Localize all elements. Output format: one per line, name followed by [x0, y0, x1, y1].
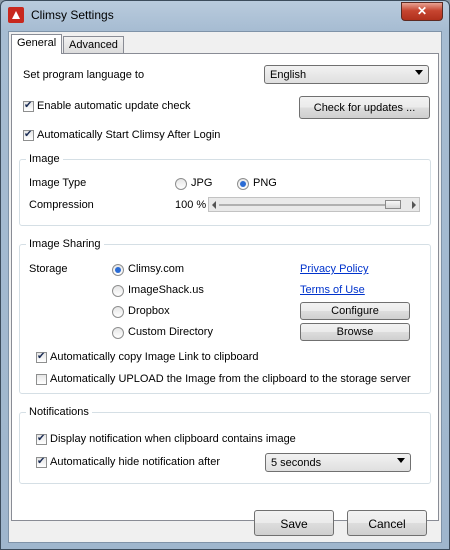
storage-custom-radio[interactable]: [112, 327, 124, 339]
window-title: Climsy Settings: [31, 8, 114, 22]
jpg-label: JPG: [191, 177, 213, 189]
storage-imageshack-label: ImageShack.us: [128, 284, 204, 296]
auto-copy-checkbox[interactable]: [36, 351, 47, 363]
jpg-radio[interactable]: [175, 178, 187, 190]
display-notification-checkbox[interactable]: [36, 433, 47, 445]
configure-button[interactable]: Configure: [300, 302, 410, 320]
autohide-duration-value: 5 seconds: [271, 457, 322, 469]
auto-upload-checkbox[interactable]: [36, 374, 47, 385]
storage-climsy-radio[interactable]: [112, 264, 124, 276]
auto-copy-label: Automatically copy Image Link to clipboa…: [50, 351, 259, 363]
display-notification-label: Display notification when clipboard cont…: [50, 433, 296, 445]
png-radio[interactable]: [237, 178, 249, 190]
image-group: Image Image Type JPG PNG Compression 100…: [19, 153, 431, 226]
notifications-group: Notifications Display notification when …: [19, 406, 431, 484]
auto-update-checkbox[interactable]: [23, 100, 34, 112]
notifications-group-title: Notifications: [26, 406, 92, 418]
image-type-label: Image Type: [29, 177, 87, 189]
slider-thumb[interactable]: [385, 200, 401, 209]
scroll-right-icon[interactable]: [412, 201, 416, 209]
tab-advanced[interactable]: Advanced: [63, 36, 124, 53]
compression-label: Compression: [29, 199, 94, 211]
compression-value: 100 %: [175, 199, 207, 211]
privacy-policy-link[interactable]: Privacy Policy: [300, 263, 368, 275]
auto-upload-label: Automatically UPLOAD the Image from the …: [50, 373, 411, 385]
image-sharing-group: Image Sharing Storage Climsy.com ImageSh…: [19, 238, 431, 394]
check-updates-button[interactable]: Check for updates ...: [299, 96, 430, 119]
close-button[interactable]: ✕: [401, 2, 443, 21]
storage-dropbox-radio[interactable]: [112, 306, 124, 318]
compression-slider[interactable]: [208, 197, 420, 212]
browse-button[interactable]: Browse: [300, 323, 410, 341]
png-label: PNG: [253, 177, 277, 189]
scroll-left-icon[interactable]: [212, 201, 216, 209]
storage-imageshack-radio[interactable]: [112, 285, 124, 297]
storage-label: Storage: [29, 263, 68, 275]
autostart-label: Automatically Start Climsy After Login: [37, 129, 221, 141]
language-select[interactable]: English: [264, 65, 429, 84]
cancel-button[interactable]: Cancel: [347, 510, 427, 536]
chevron-down-icon: [397, 458, 405, 463]
autostart-checkbox[interactable]: [23, 129, 34, 141]
climsy-app-icon: [8, 7, 24, 23]
storage-custom-label: Custom Directory: [128, 326, 213, 338]
close-icon: ✕: [416, 4, 428, 18]
language-value: English: [270, 69, 307, 81]
settings-window: Climsy Settings ✕ General Advanced Set p…: [0, 0, 450, 550]
slider-track: [219, 204, 397, 206]
general-panel: Set program language to English Enable a…: [11, 53, 439, 521]
save-button[interactable]: Save: [254, 510, 334, 536]
dialog-body: General Advanced Set program language to…: [8, 31, 442, 543]
auto-update-label: Enable automatic update check: [37, 100, 191, 112]
image-group-title: Image: [26, 153, 63, 165]
title-bar[interactable]: Climsy Settings ✕: [1, 1, 449, 29]
sharing-group-title: Image Sharing: [26, 238, 104, 250]
language-label: Set program language to: [23, 69, 145, 81]
storage-climsy-label: Climsy.com: [128, 263, 185, 275]
chevron-down-icon: [415, 70, 423, 75]
terms-of-use-link[interactable]: Terms of Use: [300, 284, 365, 296]
storage-dropbox-label: Dropbox: [128, 305, 170, 317]
tab-general[interactable]: General: [11, 34, 63, 54]
autohide-duration-select[interactable]: 5 seconds: [265, 453, 411, 472]
autohide-checkbox[interactable]: [36, 456, 47, 468]
autohide-label: Automatically hide notification after: [50, 456, 220, 468]
